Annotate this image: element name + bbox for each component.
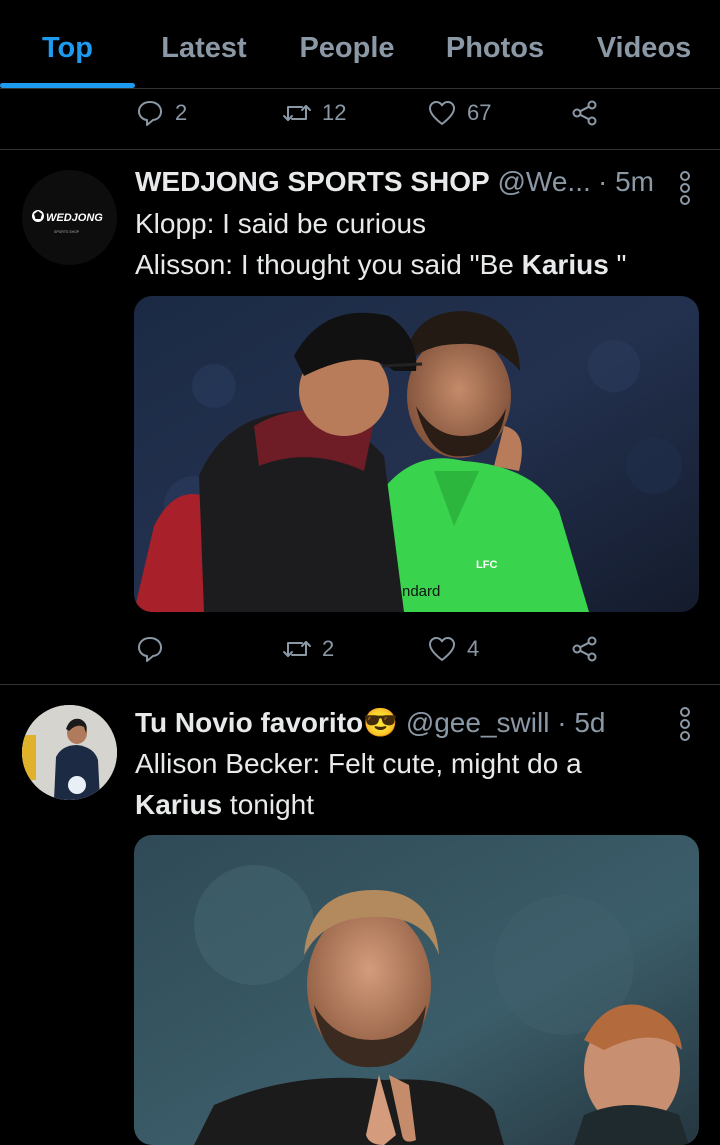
logo-text: WEDJONG: [46, 212, 103, 224]
more-dot-icon: [680, 183, 690, 193]
tweet-photo[interactable]: LFC ndard: [134, 296, 699, 612]
prev-tweet-actions: 2 12 67: [0, 93, 720, 133]
more-dot-icon: [680, 195, 690, 205]
tweet-text-line: Klopp: I said be curious: [135, 208, 427, 239]
tab-top[interactable]: Top: [0, 0, 135, 88]
like-count: 67: [467, 100, 492, 125]
like-button[interactable]: 67: [427, 93, 491, 133]
user-handle[interactable]: @gee_swill: [406, 707, 550, 738]
retweet-icon: [283, 641, 311, 657]
share-icon: [572, 100, 597, 126]
bold-keyword: Karius: [521, 249, 609, 280]
active-tab-indicator: [0, 83, 135, 88]
tweet-text: Allison Becker: Felt cute, might do a Ka…: [135, 743, 582, 825]
more-options-button[interactable]: [680, 707, 690, 741]
tweet-text-line: Karius tonight: [135, 784, 582, 825]
sunglasses-emoji: 😎: [363, 707, 399, 738]
share-icon: [572, 636, 597, 662]
more-dot-icon: [680, 171, 690, 181]
jersey-crest-text: LFC: [476, 559, 497, 571]
avatar-photo: [22, 705, 117, 800]
more-dot-icon: [680, 731, 690, 741]
tweet-time: 5d: [574, 707, 606, 738]
tweet-text-line: Allison Becker: Felt cute, might do a: [135, 748, 582, 779]
display-name[interactable]: Tu Novio favorito: [135, 707, 363, 738]
reply-button[interactable]: 2: [135, 93, 187, 133]
like-button[interactable]: 4: [427, 629, 479, 669]
photo-alisson: [134, 835, 699, 1145]
avatar[interactable]: [22, 705, 117, 800]
time-separator: ·: [598, 166, 608, 197]
text-segment: tonight: [222, 789, 315, 820]
jersey-sponsor-text: ndard: [402, 583, 440, 600]
tweet-time: · 5m: [598, 166, 654, 198]
reply-icon: [138, 637, 162, 662]
reply-icon: [138, 101, 162, 126]
tweet-photo[interactable]: [134, 835, 699, 1145]
tweet-actions: 2 4: [0, 629, 720, 669]
retweet-count: 12: [322, 100, 347, 125]
tweet-text: Klopp: I said be curious Alisson: I thou…: [135, 203, 627, 285]
time-separator: ·: [557, 707, 567, 738]
avatar[interactable]: WEDJONG SPORTS SHOP: [22, 170, 117, 265]
share-button[interactable]: [570, 629, 600, 669]
retweet-count: 2: [322, 636, 335, 661]
tab-videos[interactable]: Videos: [585, 0, 703, 88]
tab-photos[interactable]: Photos: [432, 0, 558, 88]
more-options-button[interactable]: [680, 171, 690, 205]
like-count: 4: [467, 636, 480, 661]
time-value: 5m: [615, 166, 655, 197]
reply-count: 2: [175, 100, 188, 125]
wedjong-logo: WEDJONG SPORTS SHOP: [22, 170, 117, 265]
tab-people[interactable]: People: [285, 0, 409, 88]
tweet-text-line: Alisson: I thought you said "Be Karius ": [135, 244, 627, 285]
logo-subtext: SPORTS SHOP: [54, 230, 80, 234]
more-dot-icon: [680, 719, 690, 729]
retweet-button[interactable]: 2: [282, 629, 334, 669]
search-tabs: Top Latest People Photos Videos: [0, 0, 720, 89]
more-dot-icon: [680, 707, 690, 717]
heart-icon: [429, 637, 455, 661]
tweet-header: Tu Novio favorito😎 @gee_swill · 5d: [135, 706, 605, 739]
bold-keyword: Karius: [135, 789, 223, 820]
reply-button[interactable]: [135, 629, 165, 669]
text-segment: Alisson: I thought you said "Be: [135, 249, 522, 280]
tweet-divider: [0, 684, 720, 685]
tweet-header: WEDJONG SPORTS SHOP @We...: [135, 166, 591, 198]
tab-latest[interactable]: Latest: [145, 0, 263, 88]
photo-klopp-alisson: LFC ndard: [134, 296, 699, 612]
tweet-divider: [0, 149, 720, 150]
text-segment: ": [608, 249, 627, 280]
share-button[interactable]: [570, 93, 600, 133]
retweet-icon: [283, 105, 311, 121]
user-handle[interactable]: @We...: [498, 166, 591, 197]
display-name[interactable]: WEDJONG SPORTS SHOP: [135, 166, 490, 197]
retweet-button[interactable]: 12: [282, 93, 346, 133]
heart-icon: [429, 101, 455, 125]
